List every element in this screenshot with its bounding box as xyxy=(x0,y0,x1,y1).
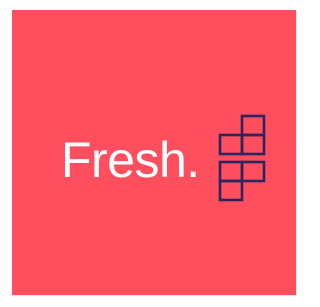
square-upper-left xyxy=(218,133,244,156)
square-lower-left xyxy=(218,160,244,183)
frame-edge-right xyxy=(296,10,297,295)
square-lower-right xyxy=(240,160,266,183)
square-bottom-left xyxy=(218,179,244,202)
square-upper-right xyxy=(240,133,266,156)
logo-wordmark: Fresh. xyxy=(61,132,200,188)
frame-edge-bottom xyxy=(12,295,297,296)
square-top-right xyxy=(240,114,266,137)
stacked-squares-outline xyxy=(218,114,266,202)
stacked-squares-icon xyxy=(218,114,266,202)
